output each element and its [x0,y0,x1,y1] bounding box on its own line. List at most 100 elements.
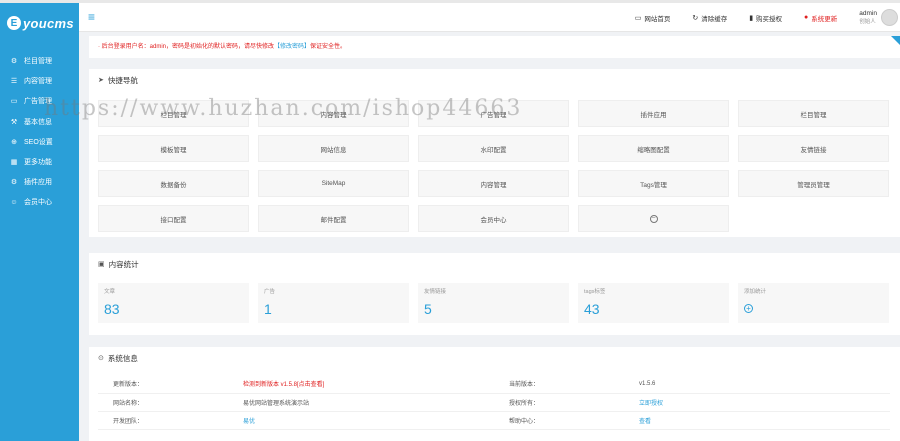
info-key: 更新版本： [98,375,228,394]
clear-cache-label: 清除缓存 [701,15,728,23]
stat-label: 广告 [264,289,276,295]
info-key: 授权所有： [494,393,624,412]
stat-card-ads[interactable]: 广告 1 [258,283,409,323]
buy-license-link[interactable]: ▮ 购买授权 [749,13,782,23]
quick-item[interactable]: 水印配置 [418,135,569,162]
user-name: admin [859,9,877,17]
quick-nav-grid: 栏目管理 内容管理 广告管理 插件应用 栏目管理 模板管理 网站信息 水印配置 … [98,100,890,232]
stat-label: 添加统计 [744,289,767,295]
quick-item[interactable]: 插件应用 [578,100,729,127]
grid-icon: ▦ [10,159,18,167]
user-menu[interactable]: admin 创始人 [859,9,898,26]
quick-item[interactable]: 栏目管理 [98,100,249,127]
stats-icon: ▣ [98,261,105,268]
site-home-label: 网站首页 [644,15,671,23]
clear-cache-link[interactable]: ↻ 清除缓存 [692,13,727,23]
quick-item[interactable]: 接口配置 [98,205,249,232]
panel-title: ➤ 快捷导航 [89,69,900,91]
sidebar-item-content-manage[interactable]: ☰ 内容管理 [0,71,79,91]
corner-flag [891,36,900,45]
monitor-icon: ▭ [634,14,642,22]
logo-text: youcms [23,15,74,31]
sidebar-item-member-center[interactable]: ☺ 会员中心 [0,192,79,212]
quick-item[interactable]: Tags管理 [578,170,729,197]
stat-card-tags[interactable]: tags标签 43 [578,283,729,323]
tools-icon: ⚒ [10,118,18,126]
system-update-link[interactable]: ● 系统更新 [804,13,837,23]
plugin-icon: ⚙ [10,179,18,187]
stat-value: 5 [424,301,432,317]
sidebar-item-plugins[interactable]: ⚙ 插件应用 [0,172,79,192]
quick-item[interactable]: 内容管理 [418,170,569,197]
globe-icon: ⊕ [11,138,17,146]
sidebar-item-label: 内容管理 [24,78,52,86]
avatar[interactable] [881,9,898,26]
site-home-link[interactable]: ▭ 网站首页 [635,13,671,23]
stat-label: 友情链接 [424,289,447,295]
notice-text: · 后台登录用户名：admin，密码是初始化的默认密码，请尽快修改 [98,44,275,50]
quick-nav-title: 快捷导航 [107,75,138,85]
quick-item[interactable]: 邮件配置 [258,205,409,232]
system-title: 系统信息 [107,353,138,363]
sidebar-item-more-features[interactable]: ▦ 更多功能 [0,152,79,172]
quick-item[interactable]: 栏目管理 [738,100,889,127]
table-row: 网站名称： 易优网站管理系统演示站 授权所有： 立即授权 [98,393,890,412]
sidebar-item-basic-info[interactable]: ⚒ 基本信息 [0,112,79,132]
authorize-link[interactable]: 立即授权 [624,393,890,412]
quick-item[interactable]: 友情链接 [738,135,889,162]
notice-bar: · 后台登录用户名：admin，密码是初始化的默认密码，请尽快修改【修改密码】保… [89,36,900,58]
help-link[interactable]: 查看 [624,411,890,430]
logo[interactable]: E youcms [0,3,79,43]
quick-item[interactable]: 广告管理 [418,100,569,127]
stat-card-links[interactable]: 友情链接 5 [418,283,569,323]
list-icon: ☰ [10,78,18,86]
stat-label: tags标签 [584,289,606,295]
quick-item[interactable]: 管理员管理 [738,170,889,197]
user-role: 创始人 [859,18,876,25]
info-value: v1.5.6 [624,375,890,394]
bookmark-icon: ▮ [749,14,754,22]
add-circle-icon[interactable]: + [744,304,753,313]
stat-card-add[interactable]: 添加统计 + [738,283,889,323]
sidebar-item-ad-manage[interactable]: ▭ 广告管理 [0,91,79,111]
quick-item[interactable]: 模板管理 [98,135,249,162]
sidebar-item-seo[interactable]: ⊕ SEO设置 [0,132,79,152]
notice-suffix: 保证安全性。 [310,44,347,50]
alert-icon: ● [804,14,809,21]
user-icon: ☺ [10,198,18,206]
system-info-panel: ⊙ 系统信息 更新版本： 检测到新版本 v1.5.8[点击查看] 当前版本： v1… [89,347,900,441]
change-password-link[interactable]: 【修改密码】 [274,44,310,50]
quick-item[interactable]: 内容管理 [258,100,409,127]
sidebar-item-label: 栏目管理 [24,58,52,66]
add-quick-item-button[interactable]: − [578,205,729,232]
sidebar: E youcms ⚙ 栏目管理 ☰ 内容管理 ▭ 广告管理 ⚒ 基本信息 ⊕ SEO设置 … [0,3,79,441]
quick-item[interactable]: 数据备份 [98,170,249,197]
panel-title: ▣ 内容统计 [89,253,900,275]
stat-label: 文章 [104,289,116,295]
stats-title: 内容统计 [108,259,139,269]
ad-icon: ▭ [10,98,18,106]
sidebar-item-label: 广告管理 [24,98,52,106]
info-key: 帮助中心： [494,411,624,430]
update-version-link[interactable]: 检测到新版本 v1.5.8[点击查看] [228,375,494,394]
table-row: 开发团队： 易优 帮助中心： 查看 [98,411,890,430]
refresh-icon: ↻ [692,14,699,22]
quick-item[interactable]: 会员中心 [418,205,569,232]
sidebar-item-label: SEO设置 [24,138,53,146]
stat-card-articles[interactable]: 文章 83 [98,283,249,323]
team-link[interactable]: 易优 [228,411,494,430]
quick-item[interactable]: 网站信息 [258,135,409,162]
system-update-label: 系统更新 [811,15,838,23]
info-key: 网站名称： [98,393,228,412]
sidebar-item-label: 基本信息 [24,118,52,126]
sidebar-item-label: 更多功能 [24,159,52,167]
info-icon: ⊙ [98,355,104,362]
buy-license-label: 购买授权 [756,15,783,23]
sidebar-item-column-manage[interactable]: ⚙ 栏目管理 [0,51,79,71]
sidebar-nav: ⚙ 栏目管理 ☰ 内容管理 ▭ 广告管理 ⚒ 基本信息 ⊕ SEO设置 ▦ 更多功能 ⚙ 插件… [0,51,79,213]
stat-value: 1 [264,301,272,317]
user-info: admin 创始人 [859,10,877,26]
quick-item[interactable]: 缩略图配置 [578,135,729,162]
menu-toggle-icon[interactable]: ≡ [88,11,95,23]
quick-item[interactable]: SiteMap [258,170,409,197]
